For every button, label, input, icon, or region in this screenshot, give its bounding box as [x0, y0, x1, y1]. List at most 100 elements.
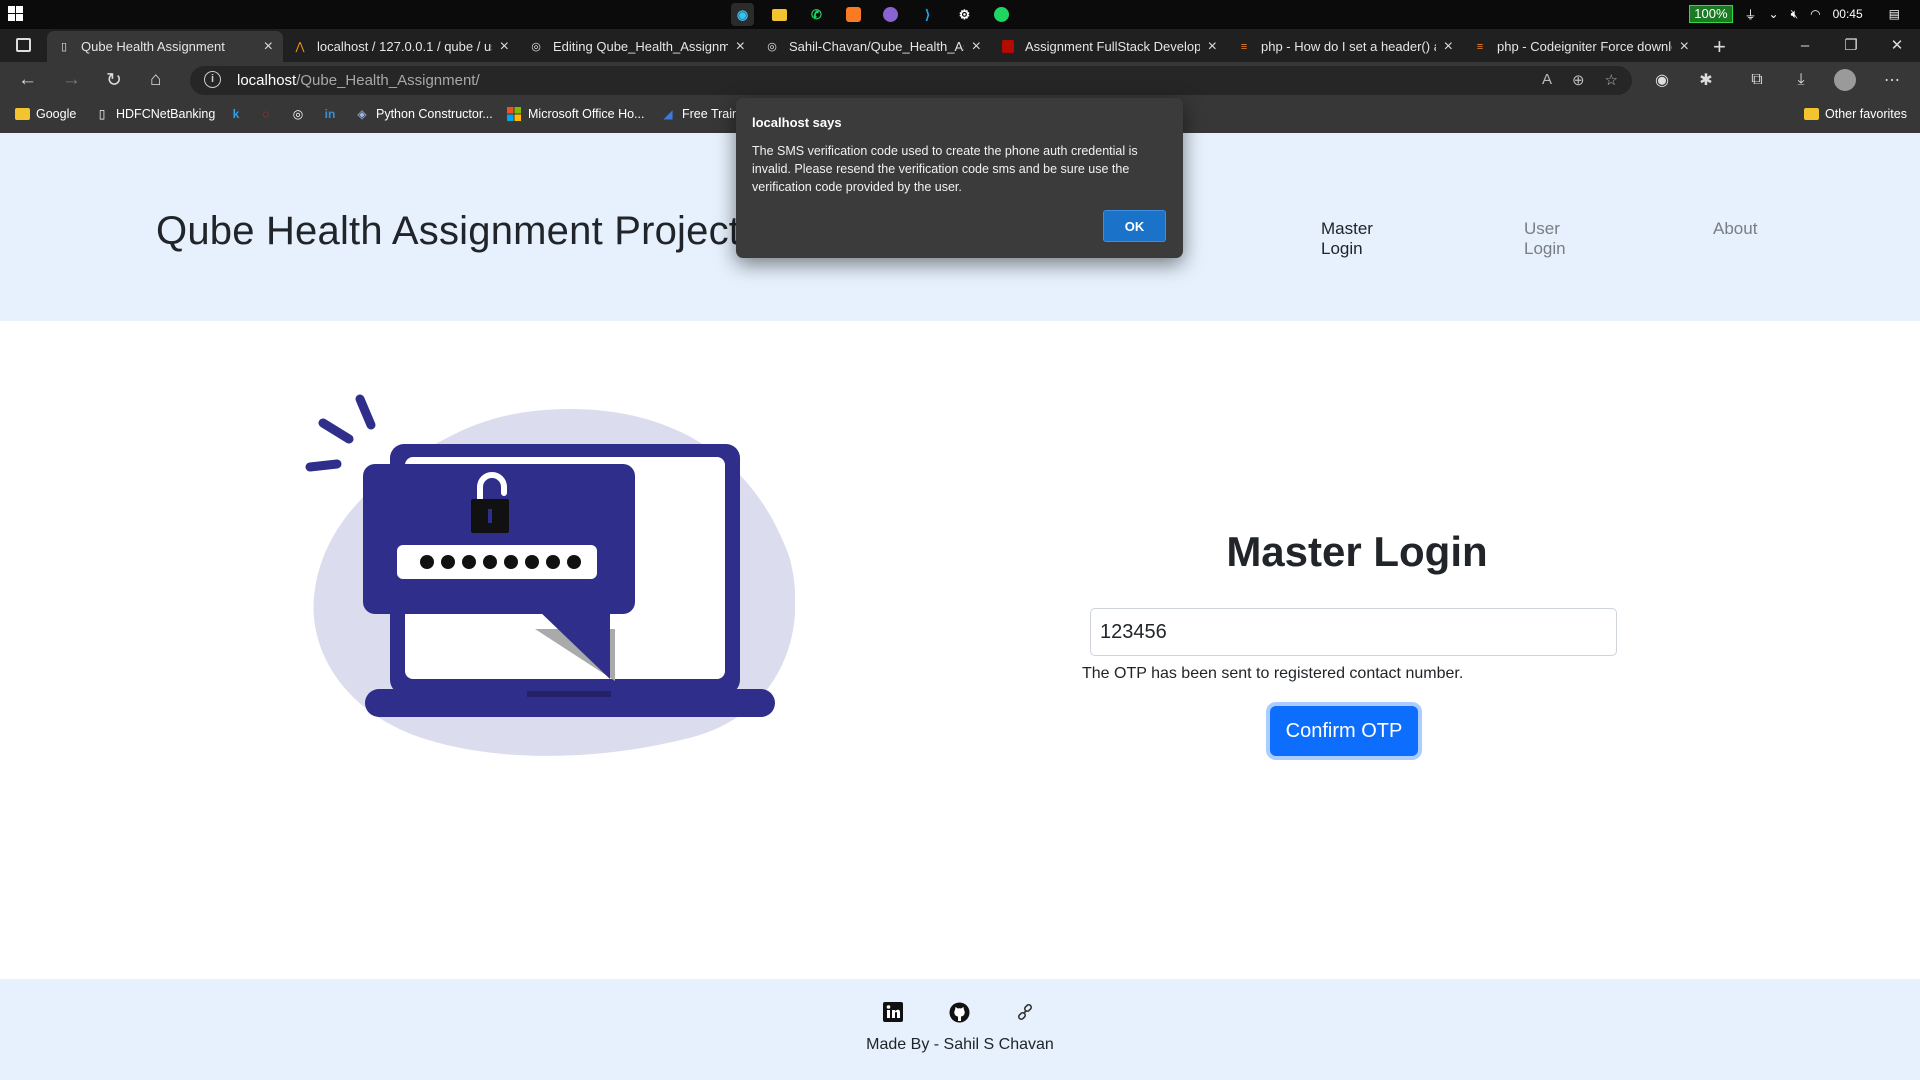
- bookmark-opera[interactable]: ◌: [258, 107, 280, 121]
- github-icon[interactable]: [948, 1001, 970, 1023]
- edge-icon[interactable]: ◉: [731, 3, 754, 26]
- tab-stackoverflow-download[interactable]: ≡ php - Codeigniter Force download ×: [1463, 31, 1699, 62]
- extension-icon[interactable]: ◉: [1650, 68, 1674, 92]
- bookmark-free-training[interactable]: ◢ Free Traini: [660, 107, 741, 121]
- add-favorite-icon[interactable]: ☆: [1605, 71, 1618, 89]
- nav-master-login[interactable]: Master Login: [1321, 219, 1373, 259]
- bookmark-other-favorites[interactable]: Other favorites: [1803, 107, 1907, 121]
- bookmark-label: Python Constructor...: [376, 107, 493, 121]
- close-tab-icon[interactable]: ×: [1208, 38, 1217, 56]
- github-icon: ◎: [292, 107, 304, 121]
- wifi-icon[interactable]: ◠: [1810, 7, 1820, 21]
- nav-user-login[interactable]: User Login: [1524, 219, 1566, 259]
- volume-muted-icon[interactable]: 🔇︎: [1791, 7, 1799, 22]
- bookmark-linkedin[interactable]: in: [322, 107, 344, 121]
- training-icon: ◢: [663, 107, 673, 121]
- alert-dialog: localhost says The SMS verification code…: [736, 98, 1183, 258]
- browser-toolbar: ← → ↻ ⌂ i localhost/Qube_Health_Assignme…: [0, 62, 1920, 99]
- github-desktop-icon[interactable]: [879, 3, 902, 26]
- settings-icon[interactable]: ⚙: [953, 3, 976, 26]
- phpmyadmin-icon: ⋀: [295, 41, 305, 53]
- bookmark-google[interactable]: Google: [14, 107, 76, 121]
- clock[interactable]: 00:45: [1833, 7, 1863, 21]
- read-aloud-icon[interactable]: A: [1542, 71, 1552, 89]
- tab-phpmyadmin[interactable]: ⋀ localhost / 127.0.0.1 / qube / users ×: [283, 31, 519, 62]
- close-tab-icon[interactable]: ×: [736, 38, 745, 56]
- chevron-down-icon[interactable]: ⌄: [1769, 7, 1779, 21]
- pdf-icon: [1001, 40, 1015, 54]
- bookmark-hdfc[interactable]: ▯ HDFCNetBanking: [94, 107, 216, 121]
- laptop-notch: [527, 691, 611, 697]
- speech-bubble: [363, 464, 635, 614]
- tab-github-repo[interactable]: ◎ Sahil-Chavan/Qube_Health_Assignment ×: [755, 31, 991, 62]
- otp-sent-note: The OTP has been sent to registered cont…: [1082, 665, 1464, 682]
- downloads-icon[interactable]: ⤓: [1789, 68, 1813, 92]
- made-by-text: Made By - Sahil S Chavan: [866, 1036, 1054, 1053]
- file-explorer-icon[interactable]: [768, 3, 791, 26]
- bookmark-python[interactable]: ◈ Python Constructor...: [354, 107, 493, 121]
- refresh-icon[interactable]: ↻: [106, 69, 122, 92]
- xampp-icon[interactable]: [842, 3, 865, 26]
- github-icon: ◎: [531, 41, 541, 53]
- extensions-icon[interactable]: ✱: [1694, 68, 1718, 92]
- profile-avatar[interactable]: [1833, 68, 1857, 92]
- url-text[interactable]: localhost/Qube_Health_Assignment/: [237, 72, 480, 89]
- tab-stackoverflow-header[interactable]: ≡ php - How do I set a header() and ×: [1227, 31, 1463, 62]
- address-bar[interactable]: i localhost/Qube_Health_Assignment/ A ⊕ …: [190, 66, 1632, 95]
- spotify-icon[interactable]: [990, 3, 1013, 26]
- home-icon[interactable]: ⌂: [150, 69, 161, 91]
- otp-input[interactable]: [1090, 608, 1617, 656]
- close-tab-icon[interactable]: ×: [972, 38, 981, 56]
- tab-assignment-pdf[interactable]: Assignment FullStack Developer ×: [991, 31, 1227, 62]
- vscode-icon[interactable]: ⟩: [916, 3, 939, 26]
- new-tab-icon[interactable]: +: [1713, 34, 1726, 60]
- microsoft-icon: [506, 107, 522, 121]
- forward-icon[interactable]: →: [62, 69, 81, 91]
- linkedin-icon[interactable]: [882, 1001, 904, 1023]
- bookmark-label: Google: [36, 107, 77, 121]
- nav-about[interactable]: About: [1713, 219, 1757, 239]
- bookmark-k[interactable]: k: [228, 107, 250, 121]
- notifications-icon[interactable]: ▤: [1889, 7, 1900, 21]
- folder-icon: [14, 107, 30, 121]
- close-tab-icon[interactable]: ×: [1444, 38, 1453, 56]
- close-window-icon[interactable]: ✕: [1874, 29, 1920, 62]
- tab-actions-icon[interactable]: [16, 38, 31, 52]
- bookmark-label: Microsoft Office Ho...: [528, 107, 645, 121]
- github-icon: ◎: [767, 41, 777, 53]
- url-host: localhost: [237, 72, 297, 89]
- page-icon: ▯: [60, 41, 68, 53]
- bookmark-microsoft[interactable]: Microsoft Office Ho...: [506, 107, 644, 121]
- more-menu-icon[interactable]: ⋯: [1880, 68, 1904, 92]
- confirm-otp-button[interactable]: Confirm OTP: [1270, 706, 1418, 756]
- tab-github-editing[interactable]: ◎ Editing Qube_Health_Assignment ×: [519, 31, 755, 62]
- folder-icon: [1803, 107, 1819, 121]
- close-tab-icon[interactable]: ×: [1680, 38, 1689, 56]
- back-icon[interactable]: ←: [18, 69, 37, 91]
- bookmark-label: HDFCNetBanking: [116, 107, 216, 121]
- site-info-icon[interactable]: i: [204, 71, 221, 88]
- close-tab-icon[interactable]: ×: [500, 38, 509, 56]
- stackoverflow-icon: ≡: [1240, 40, 1248, 53]
- power-plug-icon[interactable]: ⏚: [1745, 6, 1757, 23]
- collections-icon[interactable]: ⧉: [1745, 68, 1769, 92]
- link-icon[interactable]: [1014, 1001, 1036, 1023]
- zoom-icon[interactable]: ⊕: [1572, 71, 1585, 89]
- tab-qube-health[interactable]: ▯ Qube Health Assignment ×: [47, 31, 283, 62]
- dialog-ok-button[interactable]: OK: [1103, 210, 1166, 242]
- dialog-message: The SMS verification code used to create…: [752, 144, 1138, 194]
- login-title: Master Login: [1226, 528, 1488, 575]
- battery-indicator[interactable]: 100%: [1689, 5, 1733, 23]
- tab-strip: ▯ Qube Health Assignment × ⋀ localhost /…: [0, 29, 1920, 62]
- site-brand[interactable]: Qube Health Assignment Project: [156, 209, 740, 254]
- site-footer: Made By - Sahil S Chavan: [0, 979, 1920, 1080]
- windows-start-icon[interactable]: [8, 6, 24, 22]
- close-tab-icon[interactable]: ×: [264, 38, 273, 56]
- master-login-form: Master Login The OTP has been sent to re…: [1082, 528, 1622, 756]
- minimize-icon[interactable]: –: [1782, 29, 1828, 62]
- page-icon: ▯: [98, 107, 106, 121]
- whatsapp-icon[interactable]: ✆: [805, 3, 828, 26]
- restore-icon[interactable]: ❐: [1828, 29, 1874, 62]
- bookmark-github[interactable]: ◎: [290, 107, 312, 121]
- linkedin-icon: in: [324, 107, 336, 121]
